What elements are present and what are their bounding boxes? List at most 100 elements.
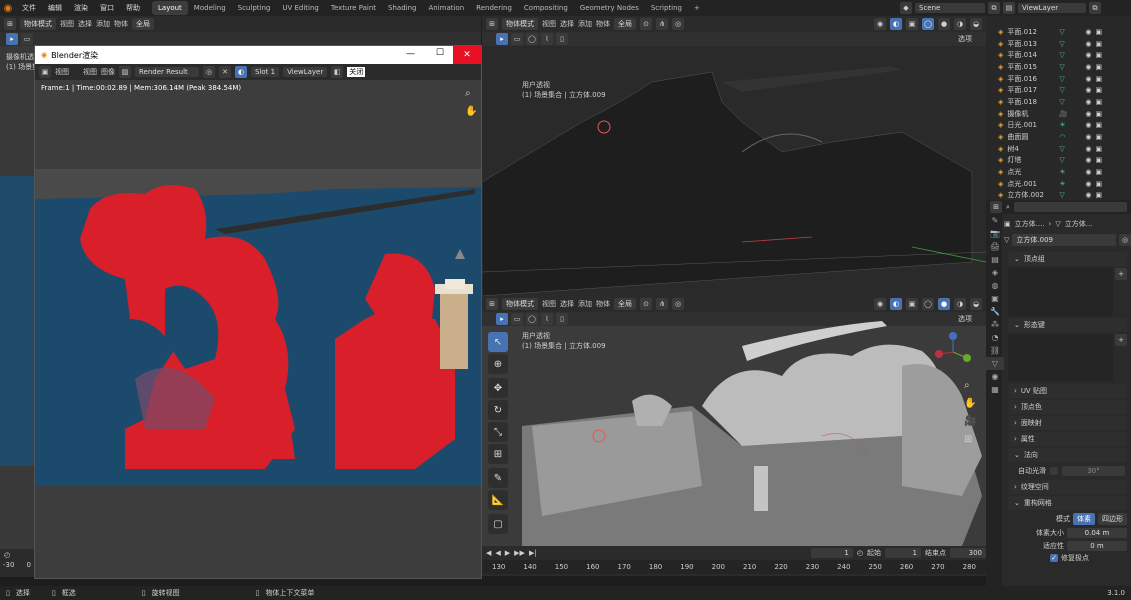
material-shading-icon[interactable]: ◑ — [954, 18, 966, 30]
light-data-icon[interactable]: ☀ — [1059, 121, 1081, 129]
texture-tab-icon[interactable]: ▦ — [986, 383, 1004, 396]
tab-geometry-nodes[interactable]: Geometry Nodes — [574, 1, 645, 15]
mesh-data-icon[interactable]: ▽ — [1059, 28, 1081, 36]
menu-window[interactable]: 窗口 — [94, 3, 120, 13]
select-circle-icon[interactable]: ◯ — [526, 33, 538, 45]
snap-icon[interactable]: ⋔ — [656, 18, 668, 30]
object-menu[interactable]: 物体 — [114, 19, 128, 29]
render-camera-icon[interactable]: ▣ — [1096, 168, 1103, 176]
outliner-row[interactable]: ◈ 日光.001 ☀ ◉ ▣ — [986, 120, 1131, 132]
select-tool-icon[interactable]: ▸ — [496, 313, 508, 325]
editor-type-icon[interactable]: ⊞ — [990, 201, 1002, 213]
tool-tab-icon[interactable]: ✎ — [986, 214, 1004, 227]
select-tool-icon[interactable]: ▸ — [496, 33, 508, 45]
modifier-tab-icon[interactable]: 🔧 — [986, 305, 1004, 318]
eye-icon[interactable]: ◉ — [1085, 191, 1091, 199]
scene-selector[interactable]: Scene — [915, 3, 985, 13]
view-menu[interactable]: 视图 — [542, 299, 556, 309]
play-icon[interactable]: ▶ — [505, 549, 510, 557]
output-tab-icon[interactable]: 🖨 — [986, 240, 1004, 253]
eye-icon[interactable]: ◉ — [1085, 51, 1091, 59]
light-data-icon[interactable]: ☀ — [1059, 180, 1081, 188]
add-icon[interactable]: + — [1115, 334, 1127, 346]
shape-key-listbox[interactable] — [1008, 334, 1113, 382]
mode-selector[interactable]: 物体模式 — [502, 298, 538, 310]
fake-user-icon[interactable]: ◎ — [203, 66, 215, 78]
bottom-right-viewport[interactable]: ⊞ 物体模式 视图 选择 添加 物体 全局 ⊙ ⋔ ◎ ◉ ◐ ▣ ◯ ● ◑ … — [482, 296, 986, 546]
image-browse-icon[interactable]: ▨ — [119, 66, 131, 78]
editor-type-icon[interactable]: ⊞ — [4, 18, 16, 30]
transform-tool-button[interactable]: ⊞ — [488, 444, 508, 464]
camera-view-icon[interactable]: 🎥 — [964, 416, 976, 427]
eye-icon[interactable]: ◉ — [1085, 145, 1091, 153]
solid-shading-icon[interactable]: ● — [938, 298, 950, 310]
mesh-data-icon[interactable]: ▽ — [1059, 75, 1081, 83]
tab-rendering[interactable]: Rendering — [470, 1, 518, 15]
fake-user-icon[interactable]: ◎ — [1119, 234, 1131, 246]
particles-tab-icon[interactable]: ⁂ — [986, 318, 1004, 331]
mesh-data-icon[interactable]: ▽ — [1059, 63, 1081, 71]
remesh-voxel-button[interactable]: 体素 — [1073, 513, 1095, 525]
eye-icon[interactable]: ◉ — [1085, 133, 1091, 141]
render-camera-icon[interactable]: ▣ — [1096, 191, 1103, 199]
section-texture-space[interactable]: › 纹理空间 — [1008, 480, 1127, 494]
viewlayer-selector[interactable]: ViewLayer — [1018, 3, 1086, 13]
proportional-icon[interactable]: ◎ — [672, 18, 684, 30]
zoom-icon[interactable]: ⌕ — [465, 88, 471, 99]
close-image-icon[interactable]: ✕ — [219, 66, 231, 78]
auto-smooth-angle[interactable]: 30° — [1062, 466, 1125, 476]
material-shading-icon[interactable]: ◑ — [954, 298, 966, 310]
tab-modeling[interactable]: Modeling — [188, 1, 232, 15]
visibility-icon[interactable]: ◉ — [874, 18, 886, 30]
navigation-gizmo[interactable] — [933, 332, 973, 368]
mesh-data-tab-icon[interactable]: ▽ — [986, 357, 1004, 370]
timeline-ruler[interactable]: 130 140 150 160 170 180 190 200 210 220 230 240 250 2… — [482, 560, 986, 574]
jump-start-icon[interactable]: ◀ — [486, 549, 491, 557]
top-right-viewport[interactable]: ⊞ 物体模式 视图 选择 添加 物体 全局 ⊙ ⋔ ◎ ◉ ◐ ▣ ◯ ● ◑ … — [482, 16, 986, 296]
outliner-row[interactable]: ◈ 灯塔 ▽ ◉ ▣ — [986, 155, 1131, 167]
eye-icon[interactable]: ◉ — [1085, 86, 1091, 94]
wireframe-shading-icon[interactable]: ◯ — [922, 298, 934, 310]
select-menu[interactable]: 选择 — [78, 19, 92, 29]
close-window-icon[interactable]: ✕ — [453, 46, 481, 64]
outliner-row[interactable]: ◈ 点光 ☀ ◉ ▣ — [986, 166, 1131, 178]
menu-edit[interactable]: 编辑 — [42, 3, 68, 13]
orientation-selector[interactable]: 全局 — [614, 298, 636, 310]
select-menu[interactable]: 选择 — [560, 19, 574, 29]
object-tab-icon[interactable]: ▣ — [986, 292, 1004, 305]
eye-icon[interactable]: ◉ — [1085, 63, 1091, 71]
snap-icon[interactable]: ⋔ — [656, 298, 668, 310]
add-cube-tool-button[interactable]: ▢ — [488, 514, 508, 534]
curve-data-icon[interactable]: ◠ — [1059, 133, 1081, 141]
render-camera-icon[interactable]: ▣ — [1096, 156, 1103, 164]
section-attributes[interactable]: › 属性 — [1008, 432, 1127, 446]
section-face-maps[interactable]: › 面映射 — [1008, 416, 1127, 430]
xray-icon[interactable]: ▣ — [906, 18, 918, 30]
sidebar-toggle-icon[interactable]: ◧ — [331, 66, 344, 78]
image-editor-icon[interactable]: ▣ — [39, 66, 51, 78]
mesh-name-field[interactable]: 立方体.009 — [1012, 234, 1116, 246]
object-menu[interactable]: 物体 — [596, 299, 610, 309]
scene-icon[interactable]: ◆ — [900, 2, 912, 14]
tab-compositing[interactable]: Compositing — [518, 1, 574, 15]
clock-icon[interactable]: ◴ — [857, 549, 863, 557]
outliner-row[interactable]: ◈ 平面.013 ▽ ◉ ▣ — [986, 38, 1131, 50]
editor-type-icon[interactable]: ⊞ — [486, 18, 498, 30]
pan-hand-icon[interactable]: ✋ — [964, 398, 976, 409]
render-camera-icon[interactable]: ▣ — [1096, 86, 1103, 94]
eye-icon[interactable]: ◉ — [1085, 40, 1091, 48]
cursor-tool-button[interactable]: ⊕ — [488, 354, 508, 374]
eye-icon[interactable]: ◉ — [1085, 180, 1091, 188]
pivot-icon[interactable]: ⊙ — [640, 298, 652, 310]
add-icon[interactable]: + — [1115, 268, 1127, 280]
mesh-data-icon[interactable]: ▽ — [1059, 51, 1081, 59]
next-key-icon[interactable]: ▶▶ — [514, 549, 525, 557]
add-workspace-button[interactable]: + — [688, 1, 706, 15]
options-button[interactable]: 选项 — [958, 34, 972, 44]
scene-tab-icon[interactable]: ◈ — [986, 266, 1004, 279]
select-tool-button[interactable]: ↖ — [488, 332, 508, 352]
scale-tool-button[interactable]: ⤡ — [488, 422, 508, 442]
view-menu[interactable]: 视图 — [542, 19, 556, 29]
vertex-group-listbox[interactable] — [1008, 268, 1113, 316]
end-frame-field[interactable]: 300 — [950, 548, 986, 558]
